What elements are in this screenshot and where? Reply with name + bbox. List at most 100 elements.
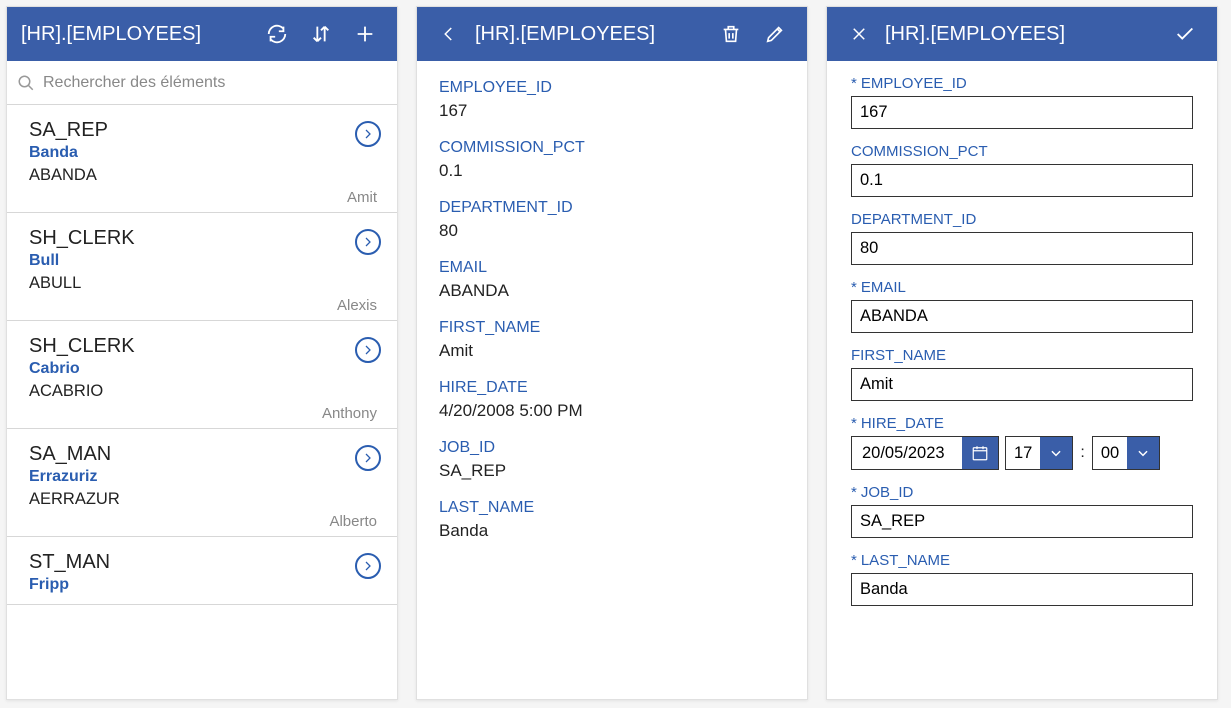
chevron-down-icon (1136, 446, 1150, 460)
list-item-firstname: Anthony (29, 405, 379, 422)
edit-input[interactable] (851, 164, 1193, 197)
minute-select[interactable]: 00 (1092, 436, 1160, 470)
detail-field: JOB_IDSA_REP (439, 439, 785, 481)
pencil-icon (764, 23, 786, 45)
edit-input[interactable] (851, 573, 1193, 606)
list-item-email: AERRAZUR (29, 490, 379, 509)
chevron-right-icon (362, 344, 374, 356)
list-item[interactable]: SA_MAN Errazuriz AERRAZUR Alberto (7, 429, 397, 537)
sort-button[interactable] (303, 16, 339, 52)
time-colon: : (1079, 444, 1085, 462)
refresh-button[interactable] (259, 16, 295, 52)
back-button[interactable] (431, 16, 467, 52)
detail-field-value: 167 (439, 101, 785, 121)
detail-title: [HR].[EMPLOYEES] (475, 23, 705, 46)
list-item-lastname: Bull (29, 252, 379, 270)
list-item[interactable]: ST_MAN Fripp (7, 537, 397, 605)
list-item-job: SA_MAN (29, 443, 379, 466)
confirm-button[interactable] (1167, 16, 1203, 52)
list-item-job: SA_REP (29, 119, 379, 142)
detail-field: LAST_NAME Banda (439, 499, 785, 541)
list-item-open-button[interactable] (355, 553, 381, 579)
detail-body: EMPLOYEE_ID 167 COMMISSION_PCT 0.1 DEPARTMEN… (417, 61, 807, 699)
cancel-button[interactable] (841, 16, 877, 52)
list-item-email: ACABRIO (29, 382, 379, 401)
detail-field-label: EMPLOYEE_ID (439, 79, 785, 97)
edit-field-label: *EMAIL (851, 279, 1193, 296)
detail-field-value: 4/20/2008 5:00 PM (439, 401, 785, 421)
edit-field-label: COMMISSION_PCT (851, 143, 1193, 160)
detail-field: COMMISSION_PCT 0.1 (439, 139, 785, 181)
minute-caret[interactable] (1127, 437, 1159, 469)
list-item-open-button[interactable] (355, 445, 381, 471)
list-item-job: SH_CLERK (29, 227, 379, 250)
date-value: 20/05/2023 (852, 444, 962, 463)
detail-field-value: ABANDA (439, 281, 785, 301)
edit-field-label: *EMPLOYEE_ID (851, 75, 1193, 92)
edit-field-label: *HIRE_DATE (851, 415, 1193, 432)
chevron-right-icon (362, 560, 374, 572)
detail-field: DEPARTMENT_ID80 (439, 199, 785, 241)
list-panel: [HR].[EMPLOYEES] SA_REPBandaABANDAAmitSH… (6, 6, 398, 700)
list-item-lastname: Cabrio (29, 360, 379, 378)
list-item-lastname: Errazuriz (29, 468, 379, 486)
list-item-firstname: Alberto (29, 513, 379, 530)
search-input[interactable] (43, 74, 387, 92)
list-item-open-button[interactable] (355, 229, 381, 255)
edit-field-label: *LAST_NAME (851, 552, 1193, 569)
edit-input[interactable] (851, 96, 1193, 129)
chevron-left-icon (440, 25, 458, 43)
hour-value: 17 (1006, 444, 1040, 463)
edit-field: *HIRE_DATE 20/05/2023 17:00 (851, 415, 1193, 470)
plus-icon (354, 23, 376, 45)
detail-field: FIRST_NAMEAmit (439, 319, 785, 361)
date-input[interactable]: 20/05/2023 (851, 436, 999, 470)
edit-field: FIRST_NAME (851, 347, 1193, 401)
list-item-job: ST_MAN (29, 551, 379, 574)
list-item-open-button[interactable] (355, 337, 381, 363)
edit-field: *LAST_NAME (851, 552, 1193, 606)
search-row (7, 61, 397, 105)
list-title: [HR].[EMPLOYEES] (21, 23, 251, 46)
list-item[interactable]: SH_CLERK Cabrio ACABRIO Anthony (7, 321, 397, 429)
list-item-open-button[interactable] (355, 121, 381, 147)
list-item[interactable]: SH_CLERKBullABULLAlexis (7, 213, 397, 321)
edit-button[interactable] (757, 16, 793, 52)
list-item[interactable]: SA_REPBandaABANDAAmit (7, 105, 397, 213)
edit-header: [HR].[EMPLOYEES] (827, 7, 1217, 61)
list-item-lastname: Fripp (29, 576, 379, 594)
edit-input[interactable] (851, 232, 1193, 265)
detail-panel: [HR].[EMPLOYEES] EMPLOYEE_ID 167 COMMISSIO… (416, 6, 808, 700)
detail-field-label: EMAIL (439, 259, 785, 277)
list-item-lastname: Banda (29, 144, 379, 162)
detail-field-label: LAST_NAME (439, 499, 785, 517)
edit-field: *EMPLOYEE_ID (851, 75, 1193, 129)
delete-button[interactable] (713, 16, 749, 52)
trash-icon (720, 23, 742, 45)
chevron-down-icon (1049, 446, 1063, 460)
chevron-right-icon (362, 236, 374, 248)
list-item-email: ABULL (29, 274, 379, 293)
edit-field: DEPARTMENT_ID (851, 211, 1193, 265)
add-button[interactable] (347, 16, 383, 52)
list-header: [HR].[EMPLOYEES] (7, 7, 397, 61)
edit-title: [HR].[EMPLOYEES] (885, 23, 1159, 46)
edit-panel: [HR].[EMPLOYEES] *EMPLOYEE_ID COMMISSION_… (826, 6, 1218, 700)
calendar-button[interactable] (962, 437, 998, 469)
detail-field-value: 0.1 (439, 161, 785, 181)
edit-field-label: *JOB_ID (851, 484, 1193, 501)
sort-icon (310, 23, 332, 45)
detail-field-value: Banda (439, 521, 785, 541)
chevron-right-icon (362, 452, 374, 464)
hour-caret[interactable] (1040, 437, 1072, 469)
detail-field: HIRE_DATE4/20/2008 5:00 PM (439, 379, 785, 421)
edit-input[interactable] (851, 505, 1193, 538)
hour-select[interactable]: 17 (1005, 436, 1073, 470)
edit-input[interactable] (851, 368, 1193, 401)
edit-input[interactable] (851, 300, 1193, 333)
detail-field-label: COMMISSION_PCT (439, 139, 785, 157)
detail-field-label: FIRST_NAME (439, 319, 785, 337)
list-item-job: SH_CLERK (29, 335, 379, 358)
list: SA_REPBandaABANDAAmitSH_CLERKBullABULLAl… (7, 105, 397, 699)
detail-header: [HR].[EMPLOYEES] (417, 7, 807, 61)
